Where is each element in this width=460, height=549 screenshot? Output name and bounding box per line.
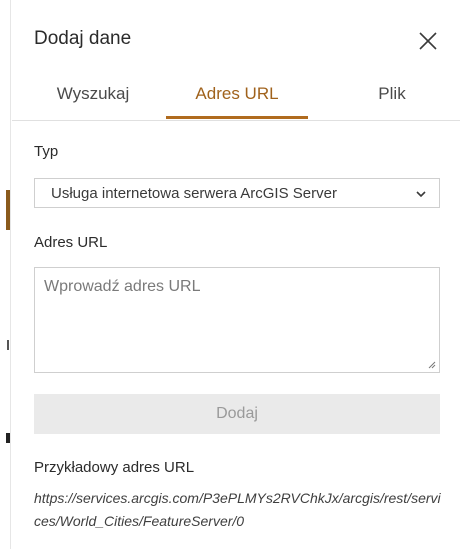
background-tick-mark	[6, 433, 10, 443]
url-input-placeholder: Wprowadź adres URL	[44, 278, 201, 295]
active-tab-indicator	[166, 116, 308, 119]
tab-url[interactable]: Adres URL	[166, 84, 308, 104]
example-url-text: https://services.arcgis.com/P3ePLMYs2RVC…	[34, 490, 441, 529]
example-url-title: Przykładowy adres URL	[34, 459, 195, 476]
type-select-value: Usługa internetowa serwera ArcGIS Server	[51, 185, 337, 202]
chevron-down-icon	[416, 191, 426, 198]
add-data-panel: Dodaj dane Wyszukaj Adres URL Plik Typ U…	[12, 0, 460, 549]
background-tick-mark	[7, 340, 9, 350]
type-label: Typ	[34, 143, 59, 160]
type-select[interactable]: Usługa internetowa serwera ArcGIS Server	[34, 178, 440, 208]
url-input[interactable]: Wprowadź adres URL	[34, 267, 440, 373]
tab-file[interactable]: Plik	[360, 84, 424, 104]
panel-border-line	[10, 0, 11, 549]
tab-search[interactable]: Wyszukaj	[46, 84, 140, 104]
add-button[interactable]: Dodaj	[34, 394, 440, 434]
background-accent-mark	[6, 190, 10, 230]
panel-title: Dodaj dane	[34, 28, 132, 49]
background-map-edge	[0, 0, 12, 549]
url-label: Adres URL	[34, 234, 108, 251]
tab-bar: Wyszukaj Adres URL Plik	[12, 80, 460, 121]
page: Dodaj dane Wyszukaj Adres URL Plik Typ U…	[0, 0, 460, 549]
close-button[interactable]	[417, 30, 439, 52]
close-icon	[419, 32, 437, 50]
resize-handle-icon[interactable]	[428, 361, 436, 369]
